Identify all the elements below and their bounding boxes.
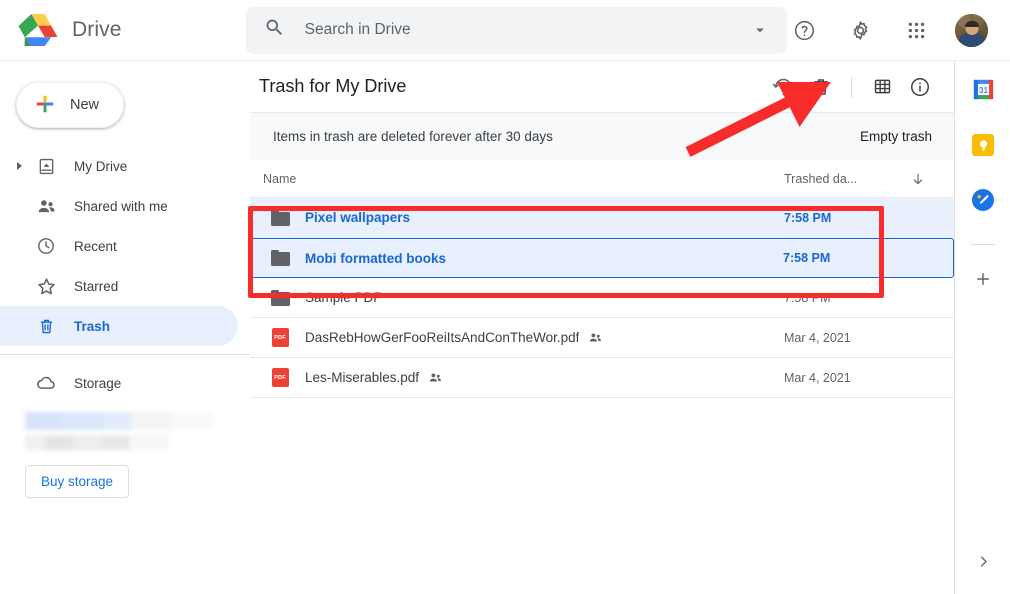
google-drive-logo: [18, 12, 58, 48]
folder-icon: [263, 289, 297, 306]
arrow-down-icon[interactable]: [904, 171, 932, 187]
cloud-icon: [29, 372, 63, 394]
trashed-date: 7:58 PM: [783, 251, 831, 265]
gear-icon[interactable]: [843, 13, 877, 47]
empty-trash-button[interactable]: Empty trash: [860, 129, 932, 144]
star-icon: [29, 276, 63, 297]
file-name[interactable]: DasRebHowGerFooReiItsAndConTheWor.pdf: [305, 330, 579, 345]
new-button-label: New: [70, 97, 100, 113]
file-name[interactable]: Pixel wallpapers: [305, 210, 410, 225]
side-apps-panel: 31: [956, 61, 1010, 594]
google-drive-window: Drive Search in Drive New My Drive Share…: [0, 0, 1010, 594]
panel-divider: [971, 244, 995, 245]
header-actions: [766, 70, 937, 104]
expand-triangle-icon[interactable]: [9, 161, 29, 171]
apps-grid-icon[interactable]: [899, 13, 933, 47]
sidebar-item-shared-with-me[interactable]: Shared with me: [0, 186, 238, 226]
sidebar: New My Drive Shared with me Recent Starr…: [0, 61, 250, 594]
sidebar-item-label: My Drive: [74, 158, 128, 174]
new-button[interactable]: New: [16, 82, 124, 128]
trashed-date: Mar 4, 2021: [784, 370, 851, 385]
page-title: Trash for My Drive: [259, 76, 407, 96]
delete-forever-icon[interactable]: [804, 70, 838, 104]
search-options-chevron-down-icon[interactable]: [745, 15, 775, 45]
top-bar: Drive: [0, 0, 1010, 61]
restore-from-trash-icon[interactable]: [766, 70, 800, 104]
banner-text: Items in trash are deleted forever after…: [273, 129, 553, 144]
sidebar-item-storage[interactable]: Storage: [0, 363, 238, 403]
trashed-date: 7:58 PM: [784, 210, 832, 225]
search-icon: [264, 17, 285, 43]
add-app-plus-icon[interactable]: [969, 265, 997, 293]
brand-name: Drive: [72, 18, 122, 41]
details-info-icon[interactable]: [903, 70, 937, 104]
grid-view-icon[interactable]: [865, 70, 899, 104]
expand-panel-chevron-right-icon[interactable]: [970, 548, 996, 574]
trashed-date: 7:58 PM: [784, 290, 831, 305]
column-headers: Name Trashed da...: [250, 161, 954, 198]
file-name[interactable]: Sample PDF: [305, 290, 382, 305]
sidebar-item-label: Storage: [74, 375, 122, 391]
plus-colored-icon: [34, 93, 56, 118]
pdf-file-icon: PDF: [263, 328, 297, 347]
sidebar-nav: My Drive Shared with me Recent Starred T…: [0, 146, 250, 498]
shared-people-icon: [588, 330, 603, 345]
sidebar-item-label: Shared with me: [74, 198, 168, 214]
trash-icon: [29, 317, 63, 336]
folder-icon: [263, 250, 297, 266]
buy-storage-button[interactable]: Buy storage: [25, 465, 130, 498]
storage-usage-text-redacted: [25, 435, 170, 450]
sidebar-item-my-drive[interactable]: My Drive: [0, 146, 238, 186]
file-name[interactable]: Les-Miserables.pdf: [305, 370, 419, 385]
trash-info-banner: Items in trash are deleted forever after…: [250, 113, 954, 161]
folder-icon: [263, 209, 297, 226]
file-name[interactable]: Mobi formatted books: [305, 251, 446, 266]
sidebar-divider: [0, 354, 250, 355]
pdf-file-icon: PDF: [263, 368, 297, 387]
clock-icon: [29, 236, 63, 256]
table-row[interactable]: Mobi formatted books 7:58 PM: [250, 238, 954, 278]
table-row[interactable]: PDF Les-Miserables.pdf Mar 4, 2021: [250, 358, 954, 398]
search-input[interactable]: [284, 21, 745, 39]
avatar-hair: [964, 21, 979, 28]
search-bar[interactable]: [245, 6, 787, 54]
sidebar-item-label: Recent: [74, 238, 117, 254]
storage-usage-bar: [25, 412, 213, 430]
sidebar-item-trash[interactable]: Trash: [0, 306, 238, 346]
my-drive-icon: [29, 157, 63, 176]
table-row[interactable]: PDF DasRebHowGerFooReiItsAndConTheWor.pdf…: [250, 318, 954, 358]
sidebar-item-recent[interactable]: Recent: [0, 226, 238, 266]
main-content: Trash for My Drive Items in trash are de…: [250, 61, 955, 594]
people-icon: [29, 196, 63, 217]
sidebar-item-starred[interactable]: Starred: [0, 266, 238, 306]
google-keep-icon[interactable]: [972, 134, 994, 156]
trashed-date: Mar 4, 2021: [784, 330, 851, 345]
google-calendar-icon[interactable]: 31: [972, 78, 995, 101]
header-divider: [851, 75, 852, 98]
avatar[interactable]: [955, 13, 988, 47]
column-header-trashed-date[interactable]: Trashed da...: [784, 172, 904, 186]
top-actions: [787, 13, 1010, 47]
sidebar-item-label: Trash: [74, 318, 111, 334]
sidebar-item-label: Starred: [74, 278, 119, 294]
main-header: Trash for My Drive: [250, 61, 954, 113]
help-icon[interactable]: [787, 13, 821, 47]
column-header-name[interactable]: Name: [263, 172, 296, 186]
google-tasks-icon[interactable]: [972, 189, 994, 211]
file-list: Pixel wallpapers 7:58 PM Mobi formatted bo…: [250, 198, 954, 398]
shared-people-icon: [428, 370, 443, 385]
calendar-day-number: 31: [979, 86, 988, 95]
brand[interactable]: Drive: [0, 12, 243, 48]
table-row[interactable]: Pixel wallpapers 7:58 PM: [250, 198, 954, 238]
table-row[interactable]: Sample PDF 7:58 PM: [250, 278, 954, 318]
